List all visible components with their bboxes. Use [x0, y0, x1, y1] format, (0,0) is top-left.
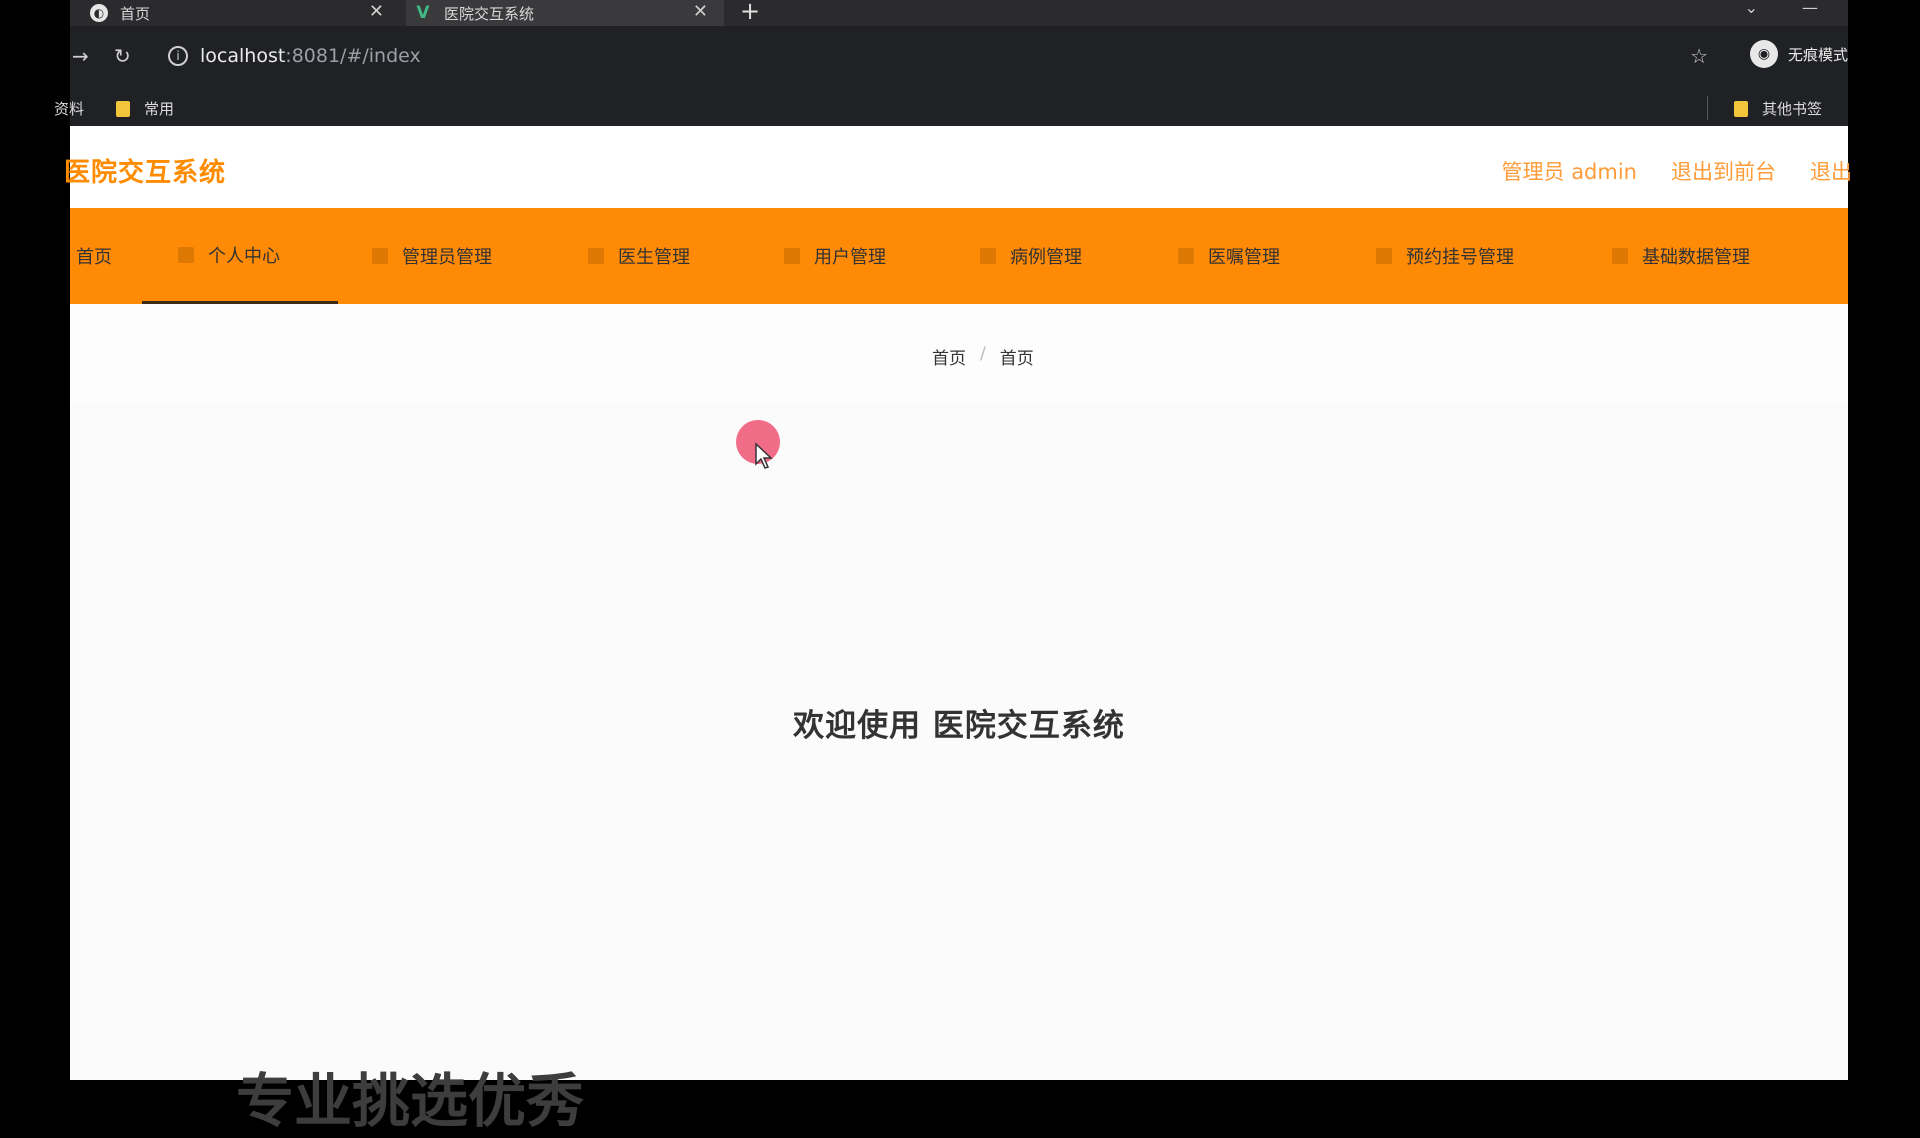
menu-item-medical-order-management[interactable]: 医嘱管理: [1178, 208, 1280, 304]
admin-icon: [372, 248, 388, 264]
menu-item-home[interactable]: 首页: [76, 208, 112, 304]
doctor-icon: [588, 248, 604, 264]
mouse-cursor-icon: [755, 442, 773, 469]
tab-strip: ◐ 首页 ✕ V 医院交互系统 ✕ + ⌄ —: [70, 0, 1848, 26]
breadcrumb: 首页 / 首页: [932, 344, 1034, 369]
incognito-icon: ◉: [1749, 40, 1778, 68]
menu-item-appointment-management[interactable]: 预约挂号管理: [1376, 208, 1514, 304]
logout-link[interactable]: 退出: [1810, 156, 1852, 186]
new-tab-icon[interactable]: +: [740, 0, 760, 25]
menu-label: 管理员管理: [402, 247, 492, 268]
menu-item-base-data-management[interactable]: 基础数据管理: [1612, 208, 1750, 304]
order-icon: [1178, 248, 1194, 264]
left-black-border: [0, 0, 70, 1080]
to-frontend-link[interactable]: 退出到前台: [1671, 156, 1776, 186]
bookmark-folder-common[interactable]: 常用: [116, 98, 174, 119]
site-info-icon[interactable]: i: [168, 46, 188, 66]
vue-logo-icon: V: [416, 3, 430, 23]
appointment-icon: [1376, 248, 1392, 264]
menu-label: 用户管理: [814, 247, 886, 268]
right-black-border: [1848, 0, 1920, 1080]
main-menu: 首页 个人中心 管理员管理 医生管理 用户管理 病例管理 医嘱管理 预约挂号管理…: [70, 208, 1848, 304]
bookmark-star-icon[interactable]: ☆: [1690, 44, 1708, 68]
bookmark-label: 资料: [54, 100, 85, 118]
bookmark-folder-other[interactable]: 其他书签: [1733, 98, 1822, 119]
database-icon: [1612, 248, 1628, 264]
tab-title: 医院交互系统: [444, 4, 535, 23]
menu-label: 基础数据管理: [1642, 247, 1750, 268]
menu-item-personal-center[interactable]: 个人中心: [142, 208, 338, 304]
close-tab-icon[interactable]: ✕: [693, 1, 708, 22]
minimize-icon[interactable]: —: [1802, 0, 1818, 17]
tab-search-icon[interactable]: ⌄: [1745, 0, 1758, 17]
site-brand: 医院交互系统: [64, 158, 227, 188]
web-page: 医院交互系统 管理员 admin 退出到前台 退出 首页 个人中心 管理员管理 …: [64, 126, 1852, 1135]
menu-label: 预约挂号管理: [1406, 247, 1514, 268]
folder-icon: [116, 100, 130, 117]
menu-item-doctor-management[interactable]: 医生管理: [588, 208, 690, 304]
menu-label: 病例管理: [1010, 247, 1082, 268]
url-field[interactable]: i localhost:8081/#/index: [156, 36, 1694, 76]
incognito-label: 无痕模式: [1787, 45, 1848, 64]
tab-title: 首页: [120, 4, 151, 23]
breadcrumb-current: 首页: [999, 349, 1034, 369]
site-header: 医院交互系统 管理员 admin 退出到前台 退出: [64, 126, 1852, 208]
menu-label: 个人中心: [208, 245, 280, 267]
bookmark-divider: [1707, 96, 1708, 120]
browser-window: ◐ 首页 ✕ V 医院交互系统 ✕ + ⌄ — → ↻ i localhost:…: [54, 0, 1852, 1135]
forward-icon[interactable]: →: [72, 44, 89, 68]
breadcrumb-separator: /: [980, 344, 986, 364]
folder-icon: [1733, 100, 1748, 117]
tab-hospital-system[interactable]: V 医院交互系统 ✕: [406, 0, 724, 26]
bookmarks-bar: 资料 常用 其他书签: [54, 88, 1848, 126]
bookmark-label: 其他书签: [1761, 100, 1822, 118]
case-icon: [980, 248, 996, 264]
welcome-heading: 欢迎使用 医院交互系统: [793, 708, 1125, 744]
menu-label: 医嘱管理: [1208, 247, 1280, 268]
users-icon: [784, 248, 800, 264]
menu-label: 首页: [76, 247, 112, 268]
breadcrumb-home[interactable]: 首页: [932, 344, 966, 369]
admin-label: 管理员 admin: [1501, 160, 1637, 184]
menu-item-case-management[interactable]: 病例管理: [980, 208, 1082, 304]
header-links: 管理员 admin 退出到前台 退出: [1502, 156, 1852, 186]
bookmark-partial[interactable]: 资料: [54, 98, 84, 119]
incognito-indicator[interactable]: ◉ 无痕模式: [1749, 40, 1848, 68]
breadcrumb-area: 首页 / 首页: [70, 304, 1848, 402]
close-tab-icon[interactable]: ✕: [369, 1, 384, 22]
url-host: localhost: [200, 45, 286, 67]
user-icon: [178, 246, 194, 263]
menu-item-admin-management[interactable]: 管理员管理: [372, 208, 492, 304]
menu-label: 医生管理: [618, 247, 690, 268]
bookmark-label: 常用: [144, 100, 175, 118]
reload-icon[interactable]: ↻: [114, 44, 131, 68]
section-heading-partial: 专业挑选优秀: [236, 1067, 585, 1135]
menu-item-user-management[interactable]: 用户管理: [784, 208, 886, 304]
globe-icon: ◐: [90, 4, 108, 22]
url-path: :8081/#/index: [285, 45, 421, 67]
address-bar: → ↻ i localhost:8081/#/index ☆ ◉ 无痕模式: [70, 26, 1848, 88]
tab-home[interactable]: ◐ 首页 ✕: [90, 0, 400, 26]
